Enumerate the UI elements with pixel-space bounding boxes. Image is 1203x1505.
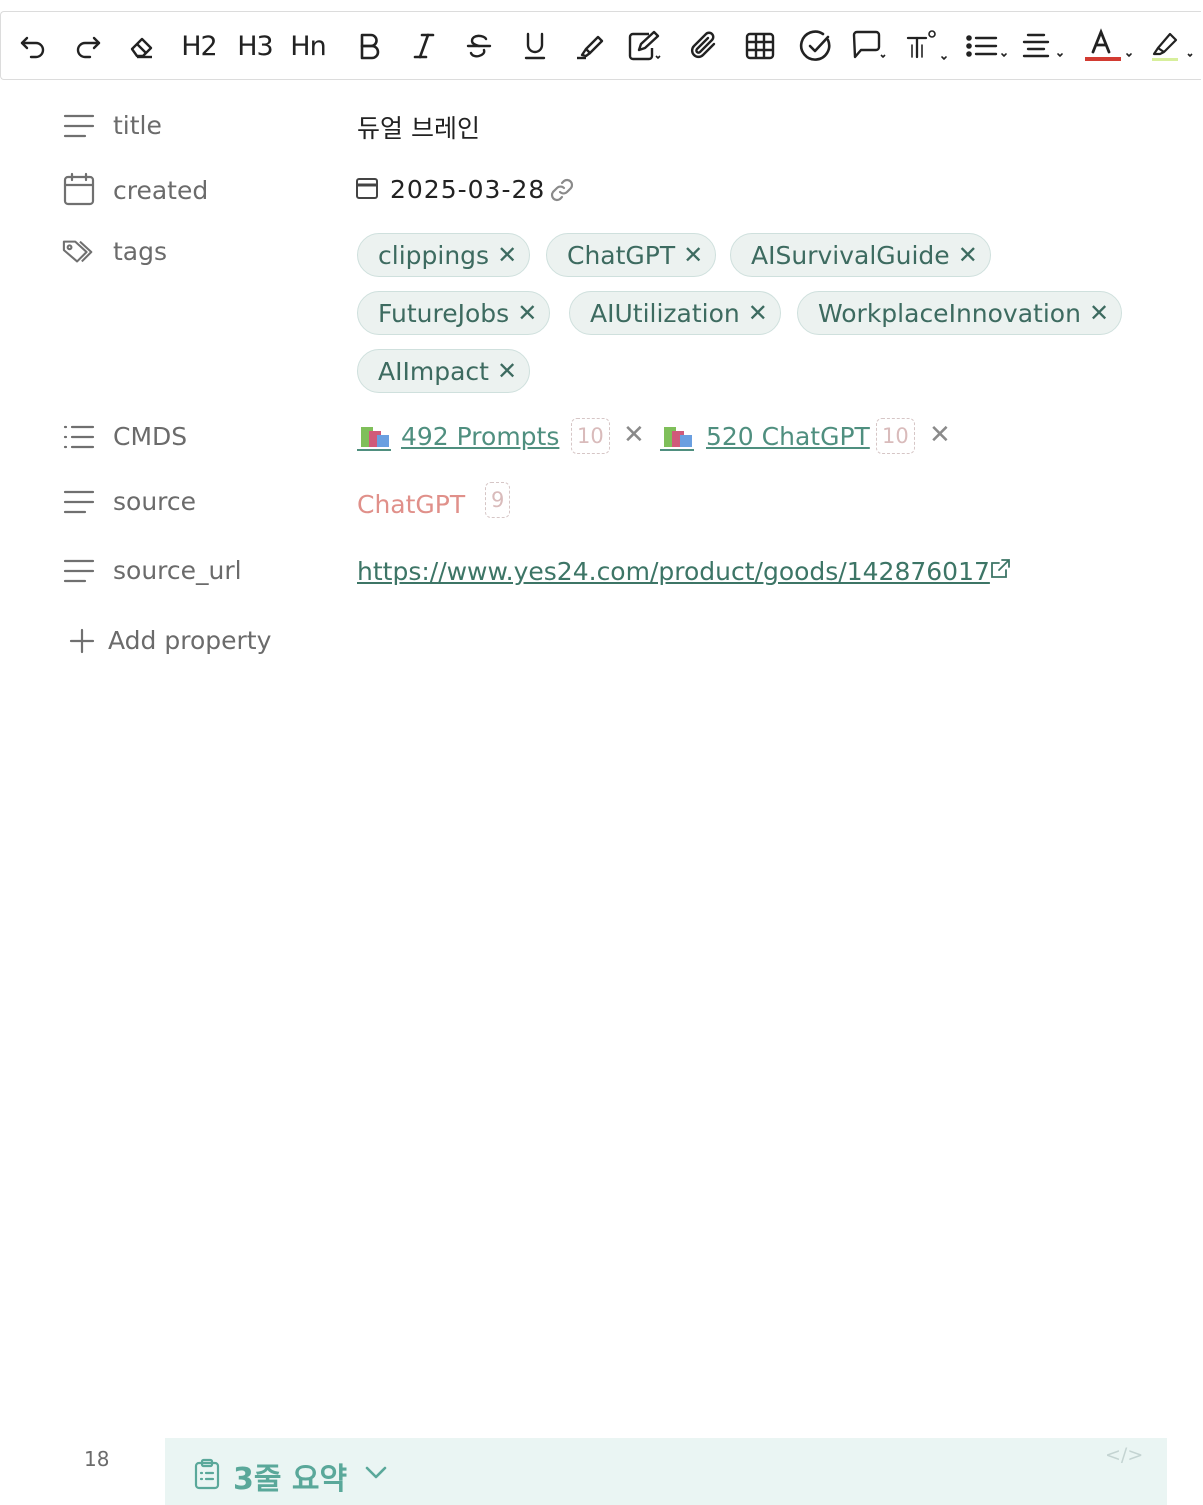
tag-label: AIUtilization	[590, 298, 740, 328]
date-input[interactable]: 2025-03-28	[390, 175, 545, 204]
callout-block[interactable]: 3줄 요약 </>	[165, 1438, 1167, 1505]
eraser-icon[interactable]	[121, 26, 161, 66]
property-label: created	[113, 176, 209, 205]
remove-tag-icon[interactable]: ✕	[1089, 299, 1109, 327]
cmds-link-text[interactable]: 520 ChatGPT	[706, 422, 870, 451]
checkbox-icon[interactable]	[796, 26, 836, 66]
link-icon[interactable]	[548, 176, 576, 208]
editor-toolbar: H2 H3 Hn	[0, 11, 1201, 80]
date-picker-icon[interactable]	[356, 176, 378, 204]
heading-n-dropdown[interactable]: Hn	[284, 26, 332, 66]
tag-chip[interactable]: AISurvivalGuide ✕	[730, 233, 991, 277]
strikethrough-icon[interactable]	[459, 26, 499, 66]
tags-icon	[62, 235, 96, 269]
clipboard-icon	[193, 1458, 221, 1494]
external-link-icon[interactable]	[988, 557, 1012, 585]
bullet-list-icon[interactable]	[961, 26, 1011, 66]
tag-chip[interactable]: clippings ✕	[357, 233, 531, 277]
tag-label: clippings	[378, 240, 490, 270]
remove-tag-icon[interactable]: ✕	[497, 241, 517, 269]
tag-label: WorkplaceInnovation	[818, 298, 1081, 328]
text-lines-icon	[62, 109, 96, 143]
property-source-url-row: source_url https://www.yes24.com/product…	[0, 553, 1203, 593]
source-url-link[interactable]: https://www.yes24.com/product/goods/1428…	[357, 557, 990, 586]
tag-label: AIImpact	[378, 356, 489, 386]
edit-note-icon[interactable]	[621, 26, 669, 66]
tag-chip[interactable]: WorkplaceInnovation ✕	[797, 291, 1123, 335]
property-value-title[interactable]: 듀얼 브레인	[357, 109, 480, 145]
calendar-icon	[62, 172, 96, 206]
list-icon	[62, 420, 96, 454]
table-icon[interactable]	[740, 26, 780, 66]
property-label: source	[113, 487, 197, 516]
property-label: CMDS	[113, 422, 188, 451]
remove-link-icon[interactable]: ✕	[623, 420, 645, 450]
remove-tag-icon[interactable]: ✕	[748, 299, 768, 327]
property-source-row: source ChatGPT	[0, 484, 1203, 524]
code-toggle-icon[interactable]: </>	[1105, 1444, 1143, 1466]
backlink-count-badge: 10	[876, 418, 915, 454]
text-lines-icon	[62, 554, 96, 588]
property-label: tags	[113, 237, 168, 266]
redo-icon[interactable]	[68, 26, 108, 66]
italic-icon[interactable]	[404, 26, 444, 66]
remove-tag-icon[interactable]: ✕	[497, 357, 517, 385]
comment-icon[interactable]	[846, 26, 894, 66]
remove-link-icon[interactable]: ✕	[929, 420, 951, 450]
tag-chip[interactable]: FutureJobs ✕	[357, 291, 551, 335]
cmds-link-2[interactable]: 520 ChatGPT	[660, 422, 870, 451]
add-property-button[interactable]: Add property	[68, 626, 271, 655]
tag-label: AISurvivalGuide	[751, 240, 950, 270]
tag-label: FutureJobs	[378, 298, 510, 328]
heading-2-button[interactable]: H2	[177, 26, 221, 66]
remove-tag-icon[interactable]: ✕	[958, 241, 978, 269]
bold-icon[interactable]	[349, 26, 389, 66]
text-color-icon[interactable]	[1079, 26, 1135, 66]
line-number: 18	[84, 1447, 110, 1471]
remove-tag-icon[interactable]: ✕	[683, 241, 703, 269]
heading-3-button[interactable]: H3	[233, 26, 277, 66]
backlink-count-badge: 10	[571, 418, 610, 454]
chevron-down-icon[interactable]	[363, 1462, 389, 1486]
books-icon	[660, 426, 694, 451]
tag-chip[interactable]: ChatGPT ✕	[546, 233, 717, 277]
align-center-icon[interactable]	[1017, 26, 1067, 66]
underline-icon[interactable]	[515, 26, 555, 66]
plus-icon	[69, 628, 95, 653]
tag-label: ChatGPT	[567, 240, 676, 270]
tag-chip[interactable]: AIImpact ✕	[357, 349, 531, 393]
cmds-link-1[interactable]: 492 Prompts	[357, 422, 559, 451]
books-icon	[357, 426, 391, 451]
cmds-link-text[interactable]: 492 Prompts	[401, 422, 559, 451]
add-property-label: Add property	[108, 626, 272, 655]
property-created-row: created 2025-03-28	[0, 172, 1203, 212]
remove-tag-icon[interactable]: ✕	[517, 299, 537, 327]
backlink-count-badge: 9	[485, 482, 511, 518]
text-lines-icon	[62, 485, 96, 519]
property-title-row: title 듀얼 브레인	[0, 108, 1203, 148]
property-label: source_url	[113, 556, 242, 585]
undo-icon[interactable]	[13, 26, 53, 66]
tag-chip[interactable]: AIUtilization ✕	[569, 291, 781, 335]
highlight-color-icon[interactable]	[1148, 26, 1198, 66]
callout-title[interactable]: 3줄 요약	[233, 1454, 347, 1498]
attachment-icon[interactable]	[684, 26, 724, 66]
source-link[interactable]: ChatGPT	[357, 490, 465, 519]
highlighter-icon[interactable]	[570, 26, 610, 66]
text-format-icon[interactable]	[901, 26, 951, 66]
property-label: title	[113, 111, 162, 140]
